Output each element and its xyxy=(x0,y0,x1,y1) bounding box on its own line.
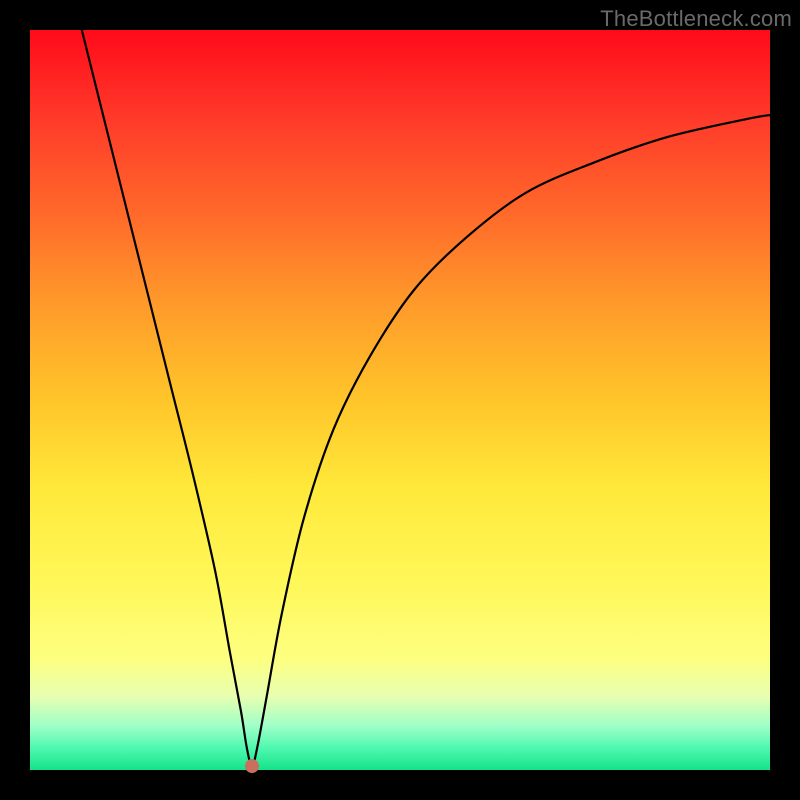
watermark-text: TheBottleneck.com xyxy=(600,6,792,32)
plot-area xyxy=(30,30,770,770)
minimum-marker xyxy=(245,759,259,773)
bottleneck-curve xyxy=(30,30,770,770)
chart-frame: TheBottleneck.com xyxy=(0,0,800,800)
